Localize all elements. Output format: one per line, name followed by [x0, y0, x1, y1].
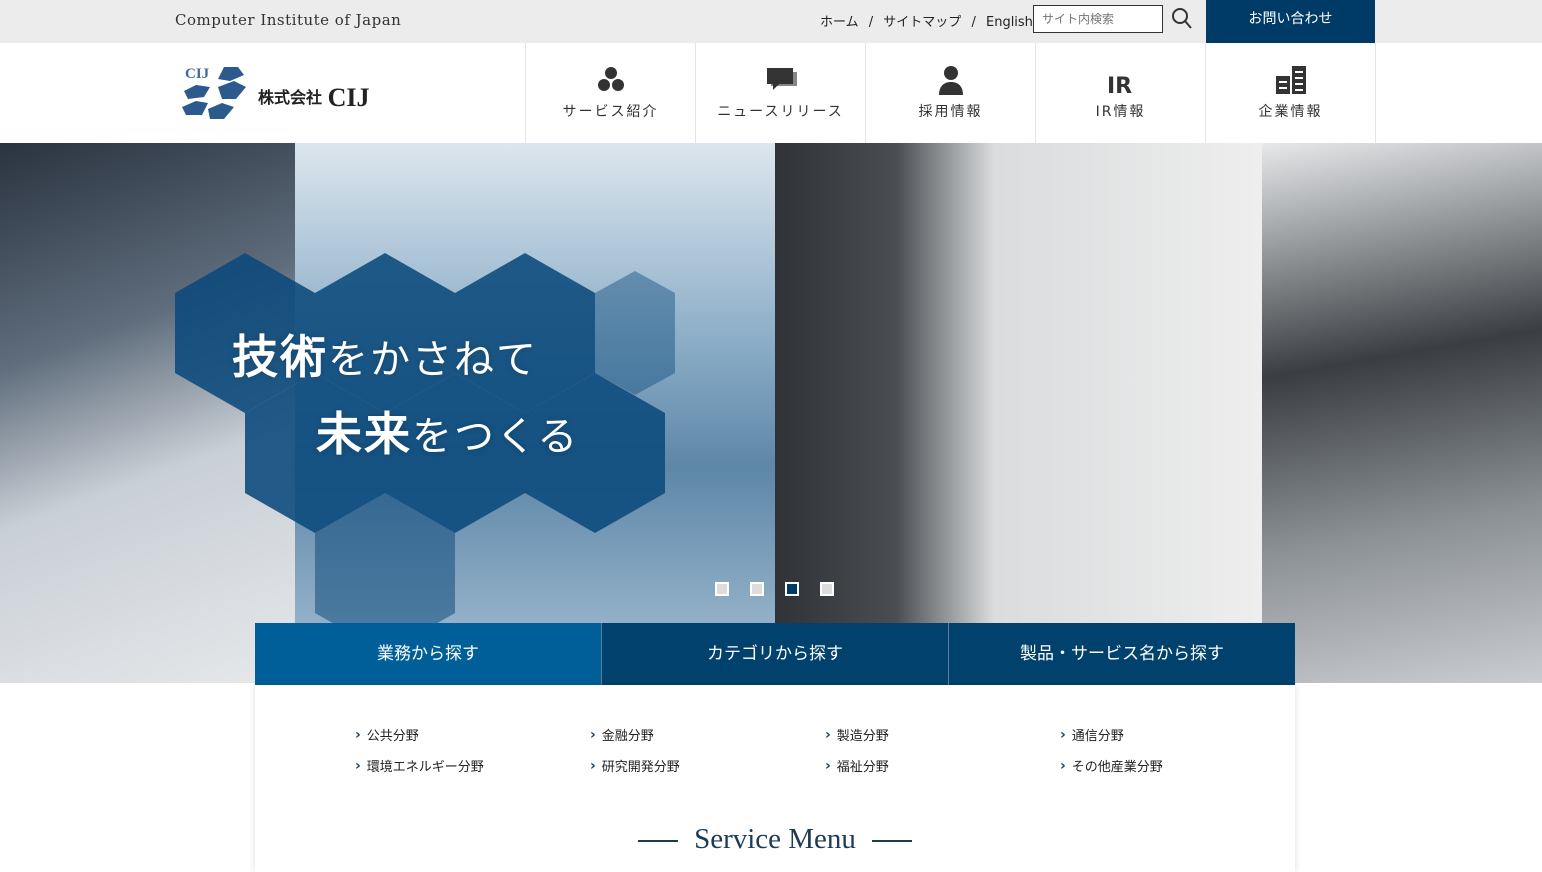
- chevron-right-icon: ›: [355, 757, 361, 774]
- field-link[interactable]: › 研究開発分野: [590, 756, 825, 776]
- nav-ir[interactable]: IR IR情報: [1036, 43, 1206, 143]
- hexagons-icon: [597, 67, 624, 91]
- chevron-right-icon: ›: [825, 757, 831, 774]
- ir-icon: IR: [1107, 74, 1132, 95]
- tab-by-business[interactable]: 業務から探す: [255, 623, 601, 685]
- search-tabs: 業務から探す カテゴリから探す 製品・サービス名から探す: [255, 623, 1295, 685]
- chevron-right-icon: ›: [1060, 757, 1066, 774]
- svg-text:CIJ: CIJ: [185, 66, 210, 82]
- chevron-right-icon: ›: [1060, 726, 1066, 743]
- headline-kana-2: をつくる: [412, 414, 580, 460]
- separator: /: [868, 15, 874, 30]
- link-home[interactable]: ホーム: [820, 15, 859, 30]
- top-bar: Computer Institute of Japan ホーム / サイトマップ…: [0, 0, 1542, 43]
- slide-dot-1[interactable]: [715, 582, 729, 596]
- chat-bubble-icon: [766, 68, 797, 90]
- svg-text:IR: IR: [1107, 74, 1132, 95]
- nav-company[interactable]: 企業情報: [1206, 43, 1376, 143]
- nav-news[interactable]: ニュースリリース: [696, 43, 866, 143]
- nav-recruit[interactable]: 採用情報: [866, 43, 1036, 143]
- header: CIJ 株式会社 CIJ サービス紹介 ニュースリリース 採用情報 IR IR情: [0, 43, 1542, 143]
- building-icon: [1275, 66, 1306, 94]
- slide-dot-4[interactable]: [820, 582, 834, 596]
- field-link[interactable]: › 環境エネルギー分野: [355, 756, 590, 776]
- slider-dots: [715, 582, 834, 596]
- slide-dot-2[interactable]: [750, 582, 764, 596]
- nav-services[interactable]: サービス紹介: [526, 43, 696, 143]
- field-link[interactable]: › 福祉分野: [825, 756, 1060, 776]
- contact-button[interactable]: お問い合わせ: [1206, 0, 1375, 43]
- separator: /: [971, 15, 976, 30]
- slide-dot-3[interactable]: [785, 582, 799, 596]
- company-prefix: 株式会社: [258, 88, 323, 107]
- field-link[interactable]: › 金融分野: [590, 725, 825, 745]
- chevron-right-icon: ›: [355, 726, 361, 743]
- field-link[interactable]: › その他産業分野: [1060, 756, 1295, 776]
- search-icon: [1172, 8, 1192, 29]
- tagline: Computer Institute of Japan: [175, 11, 402, 29]
- tab-panel: › 公共分野 › 金融分野 › 製造分野 › 通信分野 › 環境エネルギー分野 › 研究開発…: [255, 685, 1295, 872]
- main-nav: サービス紹介 ニュースリリース 採用情報 IR IR情報 企業情報: [525, 43, 1376, 143]
- headline-kanji-2: 未来: [316, 407, 412, 461]
- person-icon: [938, 66, 963, 95]
- hero-slider[interactable]: 技術をかさねて 未来をつくる: [0, 143, 1542, 683]
- section-title: Service Menu: [255, 823, 1295, 856]
- tab-by-category[interactable]: カテゴリから探す: [601, 623, 948, 685]
- headline-kanji-1: 技術: [232, 330, 328, 384]
- field-link[interactable]: › 通信分野: [1060, 725, 1295, 745]
- chevron-right-icon: ›: [590, 726, 596, 743]
- headline-kana-1: をかさねて: [328, 337, 538, 383]
- tab-by-product[interactable]: 製品・サービス名から探す: [948, 623, 1295, 685]
- search-button[interactable]: [1170, 6, 1194, 32]
- hexagon-overlay: [175, 253, 675, 653]
- utility-links: ホーム / サイトマップ / English: [820, 11, 1039, 30]
- company-logo[interactable]: CIJ 株式会社 CIJ: [180, 63, 390, 123]
- chevron-right-icon: ›: [825, 726, 831, 743]
- field-links: › 公共分野 › 金融分野 › 製造分野 › 通信分野 › 環境エネルギー分野 › 研究開発…: [355, 725, 1295, 776]
- link-sitemap[interactable]: サイトマップ: [883, 15, 961, 30]
- company-name: CIJ: [327, 83, 370, 112]
- link-english[interactable]: English: [986, 15, 1033, 30]
- field-link[interactable]: › 製造分野: [825, 725, 1060, 745]
- logo-mark-icon: CIJ: [182, 66, 246, 119]
- search-input[interactable]: [1033, 5, 1163, 33]
- chevron-right-icon: ›: [590, 757, 596, 774]
- field-link[interactable]: › 公共分野: [355, 725, 590, 745]
